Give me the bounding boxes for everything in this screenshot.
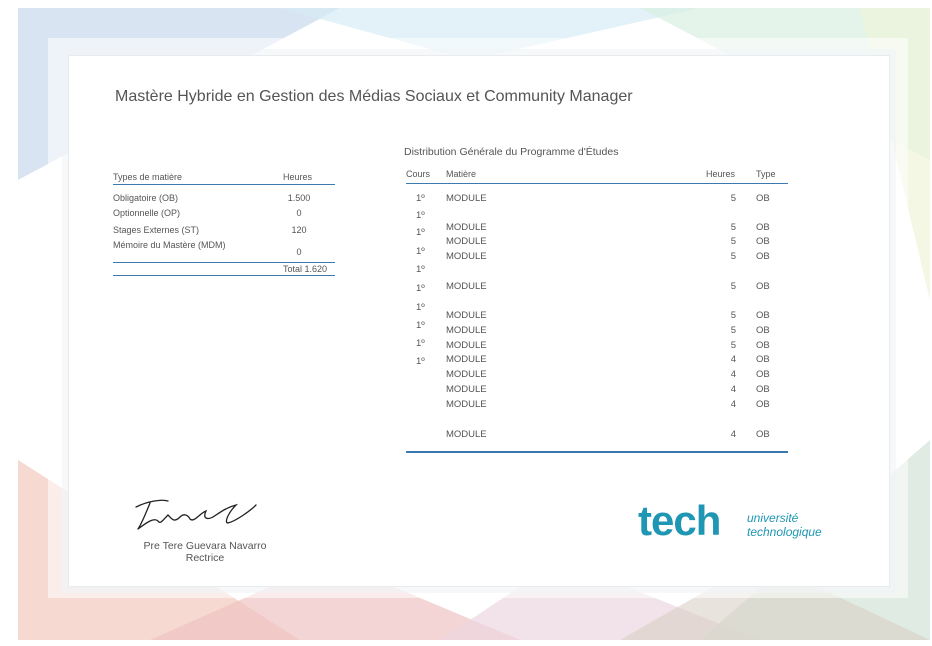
program-title: Distribution Générale du Programme d'Étu… — [404, 146, 619, 158]
subject-hours: 0 — [296, 208, 302, 218]
module-name: MODULE — [446, 384, 487, 395]
header-course: Cours — [406, 169, 431, 179]
header-subject-type: Types de matière — [113, 172, 183, 182]
subject-type-table: Types de matière Heures Obligatoire (OB)… — [113, 170, 335, 276]
module-type: OB — [756, 193, 770, 204]
module-type: OB — [756, 325, 770, 336]
total-hours: Total 1.620 — [282, 264, 328, 274]
header-subject: Matière — [446, 169, 477, 179]
course-year: 1º — [416, 283, 425, 294]
module-hours: 5 — [730, 340, 736, 351]
module-name: MODULE — [446, 354, 487, 365]
subject-hours: 120 — [291, 225, 307, 235]
course-year: 1º — [416, 302, 425, 313]
module-name: MODULE — [446, 429, 487, 440]
module-name: MODULE — [446, 193, 487, 204]
handwritten-signature — [135, 499, 257, 530]
subject-type: Stages Externes (ST) — [113, 225, 200, 235]
module-name: MODULE — [446, 281, 487, 292]
subject-type: Mémoire du Mastère (MDM) — [113, 240, 226, 250]
module-hours: 4 — [730, 399, 736, 410]
signatory-name: Pre Tere Guevara Navarro — [143, 540, 267, 552]
subject-hours: 0 — [296, 247, 302, 257]
program-table: Cours Matière Heures Type 1º 1º 1º 1º 1º… — [406, 168, 788, 454]
module-name: MODULE — [446, 369, 487, 380]
header-hours: Heures — [283, 172, 313, 182]
subject-table-header: Types de matière Heures — [113, 170, 335, 185]
table-divider — [113, 262, 335, 263]
table-divider — [113, 275, 335, 276]
signatory-block: Pre Tere Guevara Navarro Rectrice — [120, 540, 290, 564]
module-type: OB — [756, 251, 770, 262]
module-name: MODULE — [446, 222, 487, 233]
module-name: MODULE — [446, 325, 487, 336]
module-type: OB — [756, 369, 770, 380]
module-name: MODULE — [446, 340, 487, 351]
module-type: OB — [756, 429, 770, 440]
program-table-header: Cours Matière Heures Type — [406, 168, 788, 184]
logo-text-line2: technologique — [747, 525, 822, 539]
module-type: OB — [756, 340, 770, 351]
tech-logo: tech université technologique — [638, 497, 822, 544]
module-hours: 4 — [730, 429, 736, 440]
course-year: 1º — [416, 320, 425, 331]
course-year: 1º — [416, 210, 425, 221]
module-hours: 5 — [730, 222, 736, 233]
header-hours: Heures — [706, 169, 736, 179]
module-name: MODULE — [446, 399, 487, 410]
logo-wordmark: tech — [638, 497, 720, 544]
module-type: OB — [756, 310, 770, 321]
module-type: OB — [756, 281, 770, 292]
module-hours: 5 — [730, 193, 736, 204]
module-hours: 5 — [730, 325, 736, 336]
course-year: 1º — [416, 227, 425, 238]
course-year: 1º — [416, 193, 425, 204]
course-year: 1º — [416, 356, 425, 367]
module-type: OB — [756, 222, 770, 233]
module-type: OB — [756, 384, 770, 395]
certificate-title: Mastère Hybride en Gestion des Médias So… — [115, 88, 633, 105]
module-name: MODULE — [446, 251, 487, 262]
signatory-role: Rectrice — [185, 552, 225, 564]
module-type: OB — [756, 354, 770, 365]
subject-hours: 1.500 — [287, 193, 311, 203]
table-divider — [406, 451, 788, 453]
course-year: 1º — [416, 246, 425, 257]
course-year: 1º — [416, 338, 425, 349]
module-hours: 5 — [730, 281, 736, 292]
module-hours: 5 — [730, 236, 736, 247]
course-year: 1º — [416, 264, 425, 275]
module-hours: 5 — [730, 310, 736, 321]
module-type: OB — [756, 399, 770, 410]
module-type: OB — [756, 236, 770, 247]
header-type: Type — [756, 169, 776, 179]
subject-type: Obligatoire (OB) — [113, 193, 179, 203]
module-hours: 4 — [730, 354, 736, 365]
module-hours: 4 — [730, 369, 736, 380]
module-hours: 5 — [730, 251, 736, 262]
module-name: MODULE — [446, 236, 487, 247]
subject-type: Optionnelle (OP) — [113, 208, 181, 218]
logo-text-line1: université — [747, 511, 799, 525]
module-name: MODULE — [446, 310, 487, 321]
module-hours: 4 — [730, 384, 736, 395]
